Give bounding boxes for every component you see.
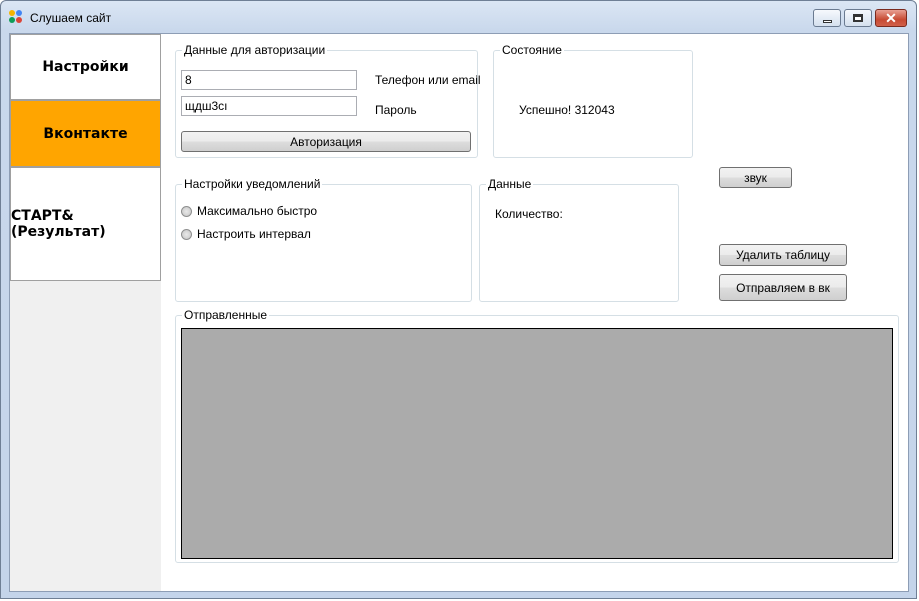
status-group: Состояние Успешно! 312043: [493, 43, 693, 158]
minimize-icon: [822, 19, 832, 23]
radio-interval[interactable]: Настроить интервал: [181, 227, 311, 241]
sent-group-title: Отправленные: [182, 308, 270, 322]
radio-fastest-circle[interactable]: [181, 205, 192, 217]
password-input[interactable]: [181, 96, 357, 116]
notifications-group: Настройки уведомлений Максимально быстро…: [175, 177, 472, 302]
sent-group: Отправленные: [175, 308, 899, 563]
app-window: Слушаем сайт ✕ Настройки Вконтакте СТАРТ…: [0, 0, 917, 599]
sound-button[interactable]: звук: [719, 167, 792, 188]
minimize-button[interactable]: [813, 9, 841, 27]
tab-start-result-label: СТАРТ&(Результат): [11, 208, 106, 240]
count-label: Количество:: [495, 207, 563, 221]
tab-vkontakte-label: Вконтакте: [43, 125, 128, 142]
status-text: Успешно! 312043: [519, 103, 615, 117]
radio-interval-label: Настроить интервал: [197, 227, 311, 241]
sent-table[interactable]: [181, 328, 893, 559]
tab-settings-label: Настройки: [42, 59, 129, 75]
auth-group-title: Данные для авторизации: [182, 43, 328, 57]
data-group-title: Данные: [486, 177, 534, 191]
data-group: Данные Количество:: [479, 177, 679, 302]
client-area: Настройки Вконтакте СТАРТ&(Результат) Да…: [9, 33, 909, 592]
tab-start-result[interactable]: СТАРТ&(Результат): [10, 167, 161, 281]
tab-vkontakte[interactable]: Вконтакте: [10, 100, 161, 167]
title-bar[interactable]: Слушаем сайт ✕: [1, 1, 916, 33]
tab-settings[interactable]: Настройки: [10, 34, 161, 100]
close-icon: ✕: [885, 10, 897, 26]
radio-fastest[interactable]: Максимально быстро: [181, 204, 317, 218]
tab-page-vkontakte: Данные для авторизации Телефон или email…: [161, 34, 908, 591]
maximize-button[interactable]: [844, 9, 872, 27]
password-label: Пароль: [375, 103, 417, 117]
close-button[interactable]: ✕: [875, 9, 907, 27]
send-vk-button[interactable]: Отправляем в вк: [719, 274, 847, 301]
app-icon: [9, 10, 23, 24]
radio-interval-circle[interactable]: [181, 228, 192, 240]
window-title: Слушаем сайт: [30, 11, 112, 25]
tab-strip: Настройки Вконтакте СТАРТ&(Результат): [10, 34, 161, 591]
phone-label: Телефон или email: [375, 73, 481, 87]
status-group-title: Состояние: [500, 43, 564, 57]
radio-fastest-label: Максимально быстро: [197, 204, 318, 218]
notifications-group-title: Настройки уведомлений: [182, 177, 323, 191]
auth-group: Данные для авторизации Телефон или email…: [175, 43, 481, 158]
maximize-icon: [853, 14, 863, 22]
delete-table-button[interactable]: Удалить таблицу: [719, 244, 847, 266]
login-button[interactable]: Авторизация: [181, 131, 471, 152]
phone-input[interactable]: [181, 70, 357, 90]
